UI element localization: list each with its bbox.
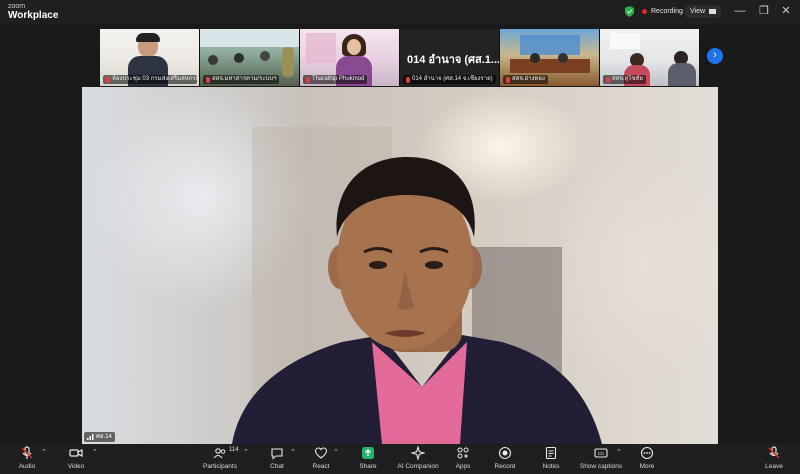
leave-button[interactable]: Leave — [749, 446, 799, 470]
video-camera-icon — [69, 449, 83, 457]
chat-label: Chat — [270, 463, 284, 470]
participant-thumbnail[interactable]: สสจ.สุโขทัย — [600, 29, 700, 86]
participants-options-caret[interactable]: ⌃ — [243, 448, 249, 456]
recording-label: Recording — [651, 8, 683, 15]
react-options-caret[interactable]: ⌃ — [333, 448, 339, 456]
meeting-toolbar: Audio ⌃ Video ⌃ Participants 114 ⌃ Chat … — [0, 444, 800, 474]
captions-options-caret[interactable]: ⌃ — [616, 448, 622, 456]
participants-count: 114 — [229, 447, 239, 453]
heart-icon — [314, 447, 328, 459]
notes-icon — [545, 446, 557, 460]
captions-icon: CC — [594, 448, 608, 458]
mic-muted-icon — [206, 76, 210, 83]
record-icon — [498, 446, 512, 460]
record-label: Record — [494, 463, 516, 470]
speaker-figure — [232, 127, 602, 444]
restore-icon[interactable]: ❐ — [756, 3, 772, 19]
participant-name: ห้องประชุม 03 กรมส่งเสริมสหกรณ์ — [103, 75, 197, 84]
chat-options-caret[interactable]: ⌃ — [290, 448, 296, 456]
shield-icon[interactable] — [625, 6, 634, 17]
next-page-button[interactable]: › — [707, 48, 723, 64]
minimize-icon[interactable]: — — [732, 3, 748, 19]
chat-bubble-icon — [271, 448, 283, 460]
active-speaker-video[interactable]: ศส.14 — [82, 87, 718, 444]
participant-thumbnail[interactable]: Tharathip Phukmod — [300, 29, 400, 86]
sparkle-icon — [411, 446, 425, 460]
participant-strip: ห้องประชุม 03 กรมส่งเสริมสหกรณ์ สสจ.มหาส… — [100, 29, 700, 86]
participant-name: สสจ.สุโขทัย — [603, 75, 646, 84]
share-screen-icon — [362, 447, 374, 459]
mic-muted-icon — [106, 76, 110, 83]
close-icon[interactable]: ✕ — [778, 3, 794, 19]
view-button[interactable]: View — [685, 5, 722, 18]
audio-label: Audio — [18, 463, 36, 470]
speaker-name: ศส.14 — [96, 434, 112, 440]
recording-indicator[interactable]: Recording — [642, 5, 683, 18]
microphone-muted-icon — [21, 446, 33, 459]
chevron-right-icon: › — [713, 49, 717, 61]
title-bar: zoom Workplace Recording View — ❐ ✕ — [0, 0, 800, 24]
participant-name: 014 อำนาจ (ศส.14 จ.เชียงราย) — [403, 75, 496, 84]
brand-top: zoom — [8, 3, 26, 10]
react-label: React — [312, 463, 330, 470]
more-button[interactable]: More — [622, 446, 672, 470]
captions-label: Show captions — [579, 463, 623, 470]
notes-label: Notes — [542, 463, 560, 470]
mic-muted-icon — [306, 76, 310, 83]
audio-options-caret[interactable]: ⌃ — [41, 448, 47, 456]
view-grid-icon — [709, 9, 717, 14]
mic-muted-icon — [406, 76, 410, 83]
notes-button[interactable]: Notes — [526, 446, 576, 470]
participants-label: Participants — [203, 463, 237, 470]
svg-text:CC: CC — [598, 451, 605, 456]
zoom-logo: zoom Workplace — [8, 3, 58, 21]
ai-companion-button[interactable]: AI Companion — [393, 446, 443, 470]
participants-icon — [213, 448, 226, 459]
video-options-caret[interactable]: ⌃ — [92, 448, 98, 456]
participant-name: Tharathip Phukmod — [303, 75, 368, 84]
more-dots-icon — [640, 446, 654, 460]
share-label: Share — [359, 463, 377, 470]
participant-name: สสจ.อ่างทอง — [503, 75, 548, 84]
share-button[interactable]: Share — [343, 446, 393, 470]
record-button[interactable]: Record — [480, 446, 530, 470]
participant-display-name: 014 อำนาจ (ศส.1... — [407, 54, 500, 66]
view-label: View — [690, 8, 706, 15]
speaker-name-label: ศส.14 — [84, 432, 115, 442]
leave-label: Leave — [765, 463, 783, 470]
participant-name: สสจ.มหาสารคาม/ระบบฯ — [203, 75, 280, 84]
leave-icon — [768, 446, 780, 459]
signal-icon — [87, 434, 94, 440]
mic-muted-icon — [506, 76, 510, 83]
meeting-stage: ห้องประชุม 03 กรมส่งเสริมสหกรณ์ สสจ.มหาส… — [0, 24, 800, 444]
ai-companion-label: AI Companion — [397, 463, 439, 470]
participant-thumbnail[interactable]: สสจ.มหาสารคาม/ระบบฯ — [200, 29, 300, 86]
brand-main: Workplace — [8, 10, 59, 21]
participant-thumbnail[interactable]: ห้องประชุม 03 กรมส่งเสริมสหกรณ์ — [100, 29, 200, 86]
record-dot-icon — [642, 9, 647, 14]
more-label: More — [639, 463, 655, 470]
participant-thumbnail[interactable]: สสจ.อ่างทอง — [500, 29, 600, 86]
mic-muted-icon — [606, 76, 610, 83]
participant-thumbnail[interactable]: 014 อำนาจ (ศส.1... 014 อำนาจ (ศส.14 จ.เช… — [400, 29, 500, 86]
video-label: Video — [67, 463, 85, 470]
apps-grid-icon — [457, 447, 469, 459]
